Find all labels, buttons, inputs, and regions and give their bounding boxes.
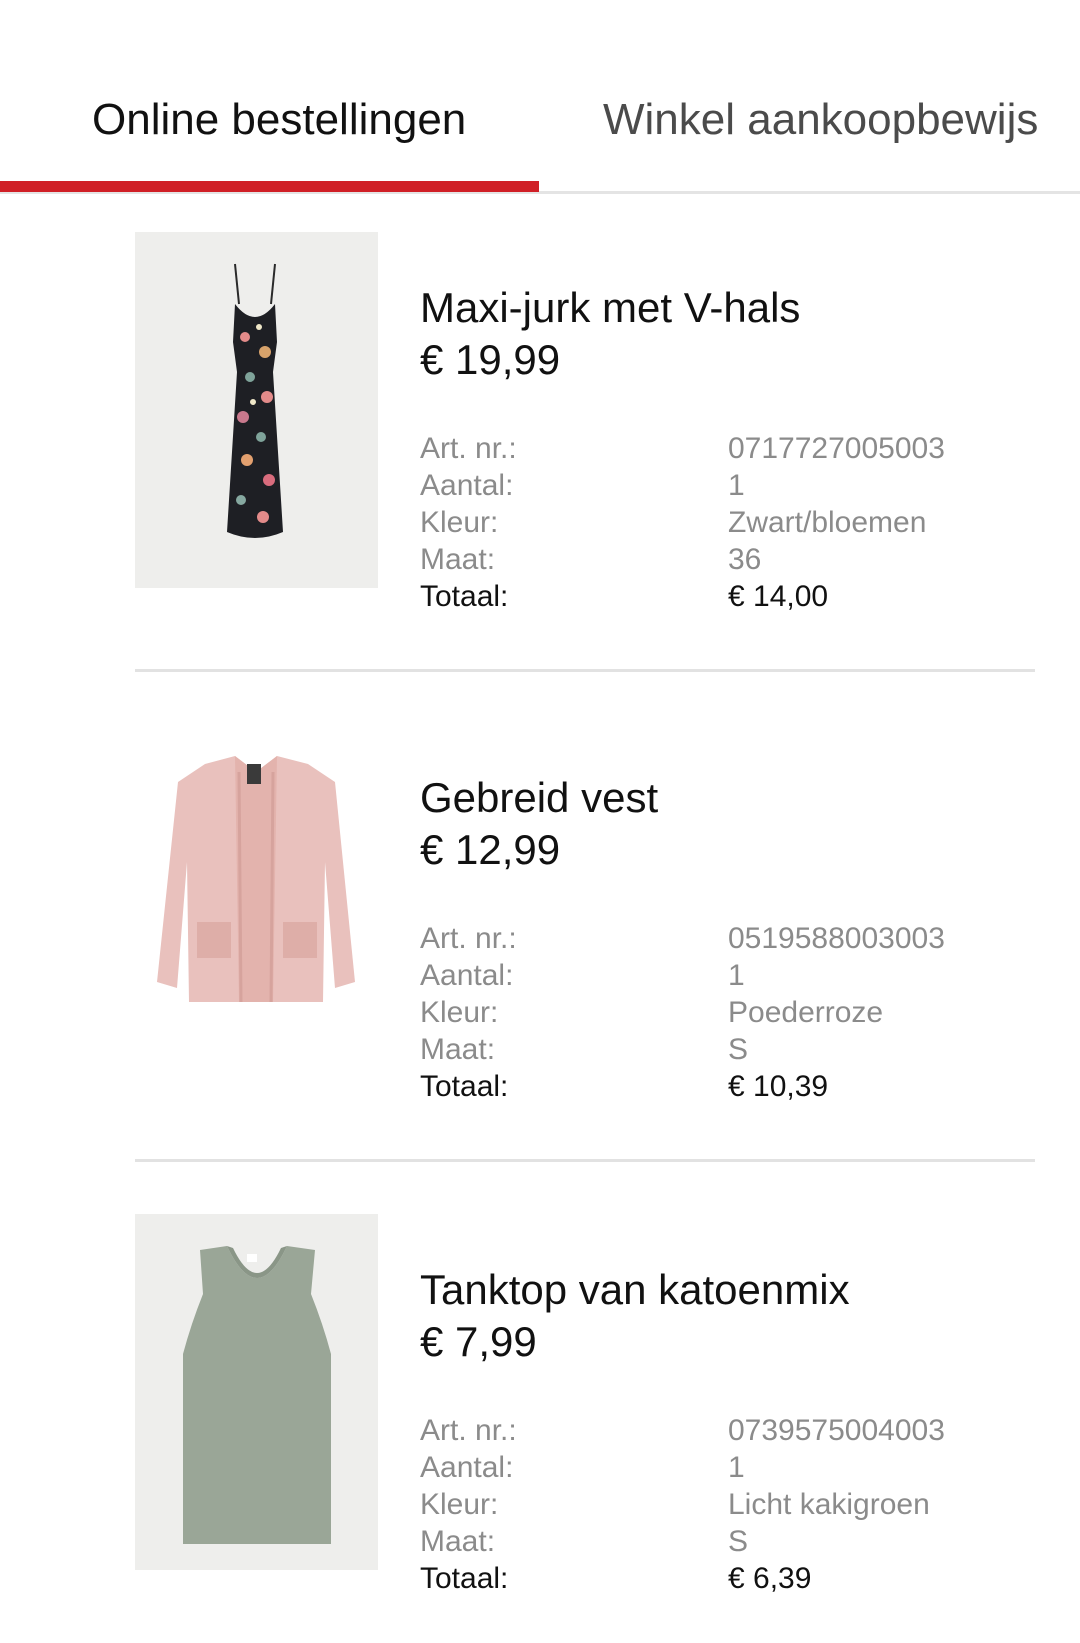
size-label: Maat:	[420, 1033, 496, 1066]
size-label: Maat:	[420, 543, 496, 576]
article-number-label: Art. nr.:	[420, 922, 517, 955]
color-label: Kleur:	[420, 1488, 499, 1521]
total-row: Totaal: € 10,39	[420, 1068, 1040, 1105]
product-price: € 19,99	[420, 336, 561, 383]
product-price: € 12,99	[420, 826, 561, 873]
product-details: Art. nr.: 0717727005003 Aantal: 1 Kleur:…	[420, 430, 1040, 615]
quantity-label: Aantal:	[420, 1451, 514, 1484]
product-name[interactable]: Tanktop van katoenmix	[420, 1262, 850, 1318]
color-value: Zwart/bloemen	[728, 506, 927, 539]
color-row: Kleur: Zwart/bloemen	[420, 504, 1040, 541]
total-row: Totaal: € 6,39	[420, 1560, 1040, 1597]
product-details: Art. nr.: 0739575004003 Aantal: 1 Kleur:…	[420, 1412, 1040, 1597]
total-label: Totaal:	[420, 1562, 509, 1595]
article-number-value: 0519588003003	[728, 922, 945, 955]
color-value: Poederroze	[728, 996, 884, 1029]
color-row: Kleur: Poederroze	[420, 994, 1040, 1031]
total-row: Totaal: € 14,00	[420, 578, 1040, 615]
item-divider	[135, 669, 1035, 672]
total-value: € 14,00	[728, 580, 829, 613]
quantity-row: Aantal: 1	[420, 957, 1040, 994]
size-value: S	[728, 1033, 749, 1066]
total-label: Totaal:	[420, 580, 509, 613]
tab-online-orders[interactable]: Online bestellingen	[92, 90, 466, 150]
size-value: 36	[728, 543, 762, 576]
order-item[interactable]: Gebreid vest € 12,99 Art. nr.: 051958800…	[0, 722, 1080, 1103]
article-number-label: Art. nr.:	[420, 432, 517, 465]
quantity-label: Aantal:	[420, 469, 514, 502]
total-value: € 10,39	[728, 1070, 829, 1103]
tab-store-receipts[interactable]: Winkel aankoopbewijs	[603, 90, 1038, 150]
article-number-row: Art. nr.: 0739575004003	[420, 1412, 1040, 1449]
tanktop-illustration	[183, 1246, 331, 1544]
active-tab-indicator	[0, 181, 539, 192]
order-item[interactable]: Tanktop van katoenmix € 7,99 Art. nr.: 0…	[0, 1214, 1080, 1595]
pink-cardigan-image[interactable]	[135, 722, 378, 1078]
floral-maxi-dress-image[interactable]	[135, 232, 378, 588]
quantity-row: Aantal: 1	[420, 1449, 1040, 1486]
color-label: Kleur:	[420, 996, 499, 1029]
total-label: Totaal:	[420, 1070, 509, 1103]
article-number-value: 0717727005003	[728, 432, 945, 465]
product-name[interactable]: Maxi-jurk met V-hals	[420, 280, 800, 336]
size-value: S	[728, 1525, 749, 1558]
article-number-row: Art. nr.: 0717727005003	[420, 430, 1040, 467]
size-row: Maat: 36	[420, 541, 1040, 578]
color-value: Licht kakigroen	[728, 1488, 930, 1521]
size-row: Maat: S	[420, 1523, 1040, 1560]
product-name[interactable]: Gebreid vest	[420, 770, 658, 826]
cardigan-illustration	[157, 756, 355, 1003]
article-number-value: 0739575004003	[728, 1414, 945, 1447]
order-tabs: Online bestellingen Winkel aankoopbewijs	[0, 0, 1080, 194]
quantity-label: Aantal:	[420, 959, 514, 992]
dress-illustration	[227, 263, 283, 538]
size-row: Maat: S	[420, 1031, 1040, 1068]
item-divider	[135, 1159, 1035, 1162]
quantity-value: 1	[728, 469, 745, 502]
quantity-value: 1	[728, 959, 745, 992]
size-label: Maat:	[420, 1525, 496, 1558]
article-number-label: Art. nr.:	[420, 1414, 517, 1447]
green-tanktop-image[interactable]	[135, 1214, 378, 1570]
quantity-row: Aantal: 1	[420, 467, 1040, 504]
product-details: Art. nr.: 0519588003003 Aantal: 1 Kleur:…	[420, 920, 1040, 1105]
quantity-value: 1	[728, 1451, 745, 1484]
color-label: Kleur:	[420, 506, 499, 539]
product-price: € 7,99	[420, 1318, 537, 1365]
order-item[interactable]: Maxi-jurk met V-hals € 19,99 Art. nr.: 0…	[0, 232, 1080, 613]
total-value: € 6,39	[728, 1562, 812, 1595]
article-number-row: Art. nr.: 0519588003003	[420, 920, 1040, 957]
color-row: Kleur: Licht kakigroen	[420, 1486, 1040, 1523]
